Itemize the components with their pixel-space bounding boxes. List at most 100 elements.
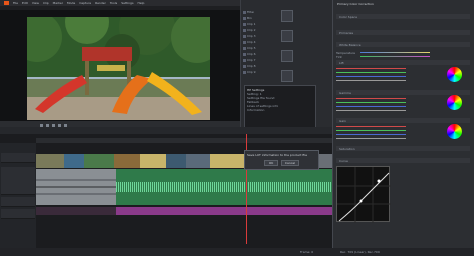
audio-clip[interactable] (116, 207, 332, 215)
tint-slider[interactable] (360, 56, 430, 57)
lift-master-slider[interactable] (336, 80, 406, 81)
audio-clip[interactable] (36, 207, 116, 215)
audio-waveform (36, 179, 116, 195)
section-gamma[interactable]: Gamma (336, 90, 470, 95)
video-clip[interactable] (210, 154, 246, 168)
video-clip[interactable] (36, 154, 64, 168)
section-saturation[interactable]: Saturation (336, 146, 470, 151)
list-item[interactable]: Bin (243, 16, 273, 20)
clip-thumbnail[interactable] (281, 70, 293, 82)
track-header-audio-1[interactable] (1, 167, 35, 195)
audio-track (36, 169, 332, 205)
clip-thumbnail[interactable] (281, 30, 293, 42)
list-item[interactable]: Clip 4 (243, 40, 273, 44)
timeline-header (0, 127, 332, 134)
audio-clip[interactable] (36, 169, 116, 205)
gamma-blue-slider[interactable] (336, 106, 406, 107)
video-clip[interactable] (186, 154, 210, 168)
gamma-color-wheel[interactable] (447, 95, 462, 110)
audio-waveform (116, 182, 332, 192)
section-curve[interactable]: Curve (336, 158, 470, 163)
gain-red-slider[interactable] (336, 126, 406, 127)
panel-title: Primary Color Correction (337, 2, 374, 6)
clip-icon (243, 34, 246, 38)
track-header-video[interactable] (1, 153, 35, 163)
clip-thumbnail[interactable] (281, 10, 293, 22)
section-color-space[interactable]: Color Space (336, 14, 470, 19)
gamma-green-slider[interactable] (336, 102, 406, 103)
list-item[interactable]: Clip 8 (243, 64, 273, 68)
clip-icon (243, 58, 246, 62)
track-headers (0, 143, 36, 256)
lift-blue-slider[interactable] (336, 76, 406, 77)
video-clip[interactable] (64, 154, 84, 168)
timeline-ruler[interactable] (36, 138, 332, 143)
list-item[interactable]: Clip 9 (243, 70, 273, 74)
list-item[interactable]: Filter (243, 10, 273, 14)
section-primaries[interactable]: Primaries (336, 30, 470, 35)
dialog-message: Save LUT information to the product file (247, 153, 307, 157)
section-lift[interactable]: Lift (336, 60, 470, 65)
gamma-master-slider[interactable] (336, 110, 406, 111)
playground-frame (27, 17, 210, 120)
gain-green-slider[interactable] (336, 130, 406, 131)
video-preview (27, 17, 210, 120)
clip-icon (243, 70, 246, 74)
section-gain[interactable]: Gain (336, 118, 470, 123)
video-clip[interactable] (84, 154, 114, 168)
video-clip[interactable] (166, 154, 186, 168)
tone-curve-graph[interactable] (336, 166, 391, 223)
menu-render[interactable]: Render (95, 1, 106, 5)
video-clip[interactable] (114, 154, 140, 168)
list-item[interactable]: Clip 6 (243, 52, 273, 56)
list-item[interactable]: Clip 1 (243, 22, 273, 26)
lift-sliders (336, 66, 446, 83)
purple-track (36, 207, 332, 215)
gain-master-slider[interactable] (336, 138, 406, 139)
clip-icon (243, 22, 246, 26)
menu-help[interactable]: Help (138, 1, 145, 5)
gamma-red-slider[interactable] (336, 98, 406, 99)
gamma-sliders (336, 96, 446, 113)
track-header-audio-2[interactable] (1, 197, 35, 207)
lift-red-slider[interactable] (336, 68, 406, 69)
temperature-slider[interactable] (360, 52, 430, 53)
list-item[interactable]: Clip 3 (243, 34, 273, 38)
clip-icon (243, 52, 246, 56)
frame-readout: Frame: 0 (300, 250, 314, 254)
gain-sliders (336, 124, 446, 141)
menu-settings[interactable]: Settings (121, 1, 133, 5)
list-item[interactable]: Clip 2 (243, 28, 273, 32)
video-clip[interactable] (140, 154, 166, 168)
clip-icon (243, 64, 246, 68)
curve-line (337, 167, 391, 223)
section-white-balance[interactable]: White Balance (336, 42, 470, 47)
clip-thumbnail[interactable] (281, 50, 293, 62)
lift-color-wheel[interactable] (447, 67, 462, 82)
menu-marker[interactable]: Marker (53, 1, 63, 5)
folder-icon (243, 10, 246, 14)
gain-blue-slider[interactable] (336, 134, 406, 135)
lift-green-slider[interactable] (336, 72, 406, 73)
list-item[interactable]: Clip 7 (243, 58, 273, 62)
audio-clip[interactable] (116, 169, 332, 205)
track-header-3[interactable] (1, 209, 35, 219)
menu-file[interactable]: File (13, 1, 18, 5)
message-dialog: Save LUT information to the product file… (244, 150, 319, 170)
menu-capture[interactable]: Capture (79, 1, 91, 5)
preview-panel (0, 10, 240, 129)
clip-icon (243, 28, 246, 32)
list-item[interactable]: Clip 5 (243, 46, 273, 50)
info-line: Information (247, 108, 265, 112)
menu-view[interactable]: View (32, 1, 39, 5)
cancel-button[interactable]: Cancel (281, 160, 299, 166)
ok-button[interactable]: OK (264, 160, 278, 166)
menu-clip[interactable]: Clip (43, 1, 49, 5)
menu-edit[interactable]: Edit (22, 1, 28, 5)
menu-mode[interactable]: Mode (67, 1, 75, 5)
gain-color-wheel[interactable] (447, 124, 462, 139)
menu-tools[interactable]: Tools (110, 1, 117, 5)
status-text: Rec. 709 (Linear), Rec.709 (340, 250, 380, 254)
app-logo-icon (4, 1, 9, 5)
status-bar: Rec. 709 (Linear), Rec.709 Frame: 0 (0, 248, 474, 256)
